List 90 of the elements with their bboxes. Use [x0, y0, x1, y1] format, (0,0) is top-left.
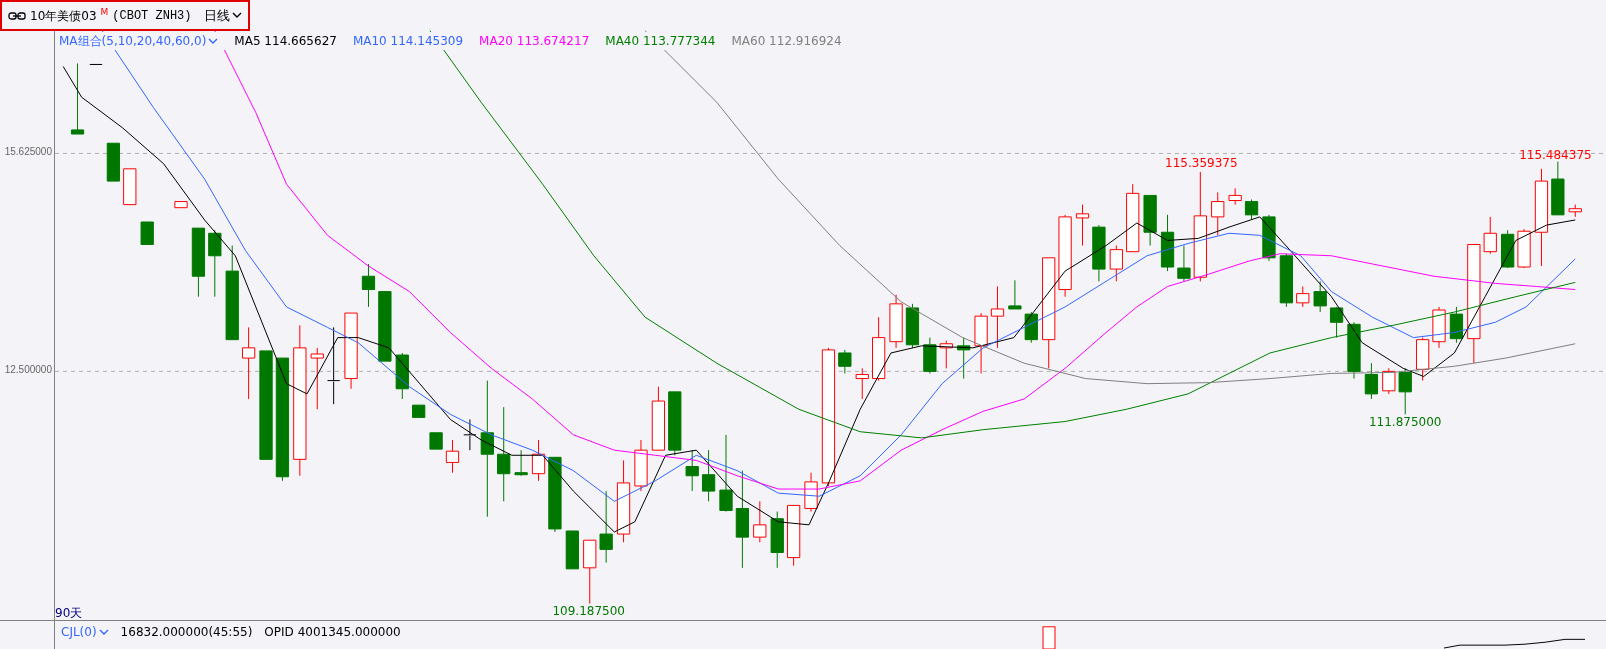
candlestick [1008, 279, 1022, 310]
candlestick [1109, 245, 1123, 282]
indicator-value: MA40 113.777344 [605, 33, 716, 50]
candlestick [1382, 367, 1396, 395]
candlestick [770, 511, 784, 569]
candlestick [1075, 204, 1090, 247]
candlestick [106, 142, 121, 182]
indicator-value: MA10 114.145309 [352, 33, 464, 50]
candlestick [651, 386, 666, 451]
candlestick [668, 391, 682, 456]
candlestick [1568, 204, 1582, 218]
candlestick [855, 367, 869, 400]
candlestick [1228, 187, 1242, 206]
candlestick [1329, 306, 1344, 339]
candlestick [1347, 321, 1361, 380]
price-annotation: 109.187500 [552, 605, 625, 618]
candlestick [1126, 183, 1140, 253]
volume-value: 16832.000000(45:55) [120, 624, 253, 641]
candlestick [463, 418, 477, 451]
candlestick [1517, 228, 1531, 269]
candlestick [1313, 280, 1327, 313]
candlestick [89, 63, 103, 66]
instrument-code: (CBOT ZNH3) [112, 7, 192, 25]
candlestick [208, 229, 222, 298]
price-annotation: 111.875000 [1368, 415, 1442, 428]
candlestick [957, 337, 971, 380]
candlestick [123, 168, 137, 206]
indicator-selector[interactable]: MA组合(5,10,20,40,60,0) [59, 32, 219, 50]
volume-indicator-selector[interactable]: CJL(0) [61, 623, 109, 641]
candlestick [1416, 337, 1430, 382]
candlestick [514, 449, 528, 477]
chevron-down-icon [208, 37, 219, 45]
candlestick [174, 201, 188, 209]
candlestick [685, 449, 699, 492]
candlestick [923, 337, 937, 374]
candlestick [1364, 362, 1379, 400]
indicator-value: MA5 114.665627 [234, 33, 337, 50]
chevron-down-icon [98, 628, 109, 636]
candlestick [361, 263, 376, 308]
indicator-value: MA60 112.916924 [731, 33, 842, 50]
candlestick [1551, 161, 1565, 216]
period-selector[interactable]: 日线 [203, 5, 242, 26]
candlestick [1244, 199, 1259, 221]
price-annotation: 115.359375 [1165, 156, 1238, 169]
candlestick [905, 303, 920, 349]
candlestick [1177, 245, 1191, 282]
candlestick [412, 404, 426, 418]
candlestick [1143, 194, 1157, 247]
candlestick [395, 352, 409, 400]
candlestick [531, 439, 546, 482]
candlestick [429, 432, 443, 450]
chevron-down-icon [231, 12, 242, 19]
candlestick [786, 504, 801, 567]
instrument-name: 10年美债03 [30, 7, 97, 25]
candlestick [753, 500, 767, 543]
candlestick [1296, 285, 1310, 308]
candlestick [140, 221, 154, 245]
candlestick [310, 347, 324, 410]
candlestick [1160, 214, 1175, 272]
candlestick [1092, 224, 1106, 282]
candlestick [838, 349, 852, 374]
main-contract-marker: M [100, 6, 109, 19]
candlestick [583, 539, 597, 605]
candlestick [1449, 306, 1464, 344]
candlestick [872, 316, 886, 382]
candlestick [1483, 216, 1497, 255]
range-label: 90天 [55, 607, 83, 619]
candlestick [1501, 229, 1515, 269]
candlestick [1398, 367, 1412, 415]
candlestick [565, 530, 579, 570]
candlestick [1024, 311, 1038, 344]
candlestick [974, 312, 988, 374]
candlestick [939, 340, 953, 369]
candlestick [634, 439, 648, 492]
candlestick [1279, 253, 1293, 308]
candlestick [990, 285, 1005, 349]
axis-tick-label: 12.500000 [4, 365, 52, 375]
link-icon [8, 11, 26, 20]
candlestick [889, 294, 903, 349]
candlestick [445, 439, 460, 474]
volume-value: OPID 4001345.000000 [264, 624, 401, 641]
candlestick [1432, 306, 1446, 349]
candlestick [701, 449, 716, 502]
axis-tick-label: 15.625000 [4, 147, 52, 157]
price-annotation: 115.484375 [1519, 148, 1592, 161]
candlestick [378, 291, 392, 362]
candlestick [804, 472, 818, 513]
candlestick [1211, 191, 1225, 236]
indicator-value: MA20 113.674217 [479, 33, 590, 50]
candlestick [191, 227, 206, 298]
